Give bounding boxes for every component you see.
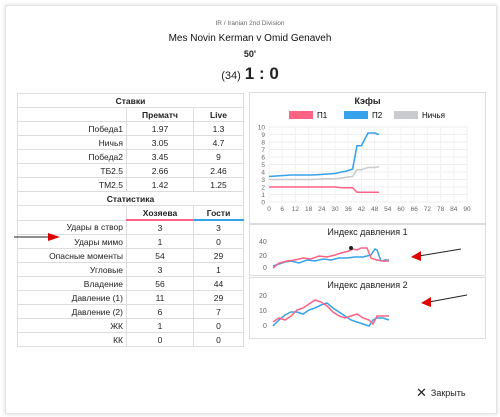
x-tick-label: 18 bbox=[305, 206, 313, 213]
table-row: ТМ2.5 1.42 1.25 bbox=[17, 177, 244, 192]
table-row: ТБ2.5 2.66 2.46 bbox=[17, 163, 244, 178]
annotation-arrow-icon bbox=[14, 233, 60, 241]
legend-label: П1 bbox=[317, 111, 328, 120]
odds-col-live: Live bbox=[193, 107, 244, 122]
stats-title: Статистика bbox=[17, 191, 244, 206]
x-tick-label: 36 bbox=[345, 206, 353, 213]
score-small: (34) bbox=[221, 70, 241, 82]
series-line bbox=[269, 165, 380, 181]
table-row: ЖК 1 0 bbox=[17, 318, 244, 333]
close-label: Закрыть bbox=[430, 388, 466, 398]
table-row: Победа1 1.97 1.3 bbox=[17, 121, 244, 136]
table-row: Опасные моменты 54 29 bbox=[17, 248, 244, 263]
y-tick-label: 1 bbox=[261, 192, 265, 199]
x-tick-label: 48 bbox=[371, 206, 379, 213]
p2-ytick: 10 bbox=[259, 308, 267, 315]
y-tick-label: 8 bbox=[261, 140, 265, 147]
legend-swatch bbox=[344, 111, 368, 119]
arrow-line bbox=[428, 294, 468, 303]
p1-ytick: 0 bbox=[263, 265, 267, 272]
p2-ytick: 0 bbox=[263, 323, 267, 330]
legend-label: Ничья bbox=[422, 111, 445, 120]
legend-swatch bbox=[289, 111, 313, 119]
pressure1-marker bbox=[349, 246, 353, 250]
arrow-head-icon bbox=[421, 297, 431, 307]
x-tick-label: 78 bbox=[437, 206, 445, 213]
arrow-line bbox=[418, 248, 462, 257]
odds-col-pre: Прематч bbox=[126, 107, 194, 122]
legend-swatch bbox=[394, 111, 418, 119]
close-icon: ✕ bbox=[416, 385, 427, 400]
table-row: Владение 56 44 bbox=[17, 276, 244, 291]
stats-col-home: Хозяева bbox=[126, 205, 194, 221]
x-tick-label: 0 bbox=[267, 206, 271, 213]
x-tick-label: 60 bbox=[397, 206, 405, 213]
close-button[interactable]: ✕ Закрыть bbox=[416, 385, 466, 401]
match-title: Mes Novin Kerman v Omid Genaveh bbox=[168, 33, 332, 44]
y-tick-label: 6 bbox=[261, 155, 265, 162]
y-tick-label: 7 bbox=[261, 147, 265, 154]
legend-label: П2 bbox=[372, 111, 383, 120]
table-row: Ничья 3.05 4.7 bbox=[17, 135, 244, 150]
x-tick-label: 66 bbox=[411, 206, 419, 213]
series-line bbox=[269, 186, 379, 194]
pressure1-away-line bbox=[272, 247, 389, 269]
y-tick-label: 3 bbox=[261, 177, 265, 184]
table-row: КК 0 0 bbox=[17, 332, 244, 347]
match-minute: 50' bbox=[243, 49, 257, 59]
pressure2-chart: 20 10 0 bbox=[259, 293, 468, 330]
table-row: Победа2 3.45 9 bbox=[17, 149, 244, 164]
x-tick-label: 42 bbox=[358, 206, 366, 213]
pressure2-title: Индекс давления 2 bbox=[327, 280, 408, 290]
odds-title: Ставки bbox=[17, 93, 244, 108]
x-tick-label: 84 bbox=[450, 206, 458, 213]
league-name: IR / Iranian 2nd Division bbox=[215, 20, 285, 27]
y-tick-label: 0 bbox=[261, 200, 265, 207]
y-tick-label: 9 bbox=[261, 132, 265, 139]
x-tick-label: 30 bbox=[331, 206, 339, 213]
table-row: Давление (1) 11 29 bbox=[17, 290, 244, 305]
arrow-head-icon bbox=[411, 251, 421, 261]
table-row: Угловые 3 1 bbox=[17, 262, 244, 277]
score-main: 1 : 0 bbox=[244, 64, 279, 83]
x-tick-label: 90 bbox=[463, 206, 471, 213]
table-row: Давление (2) 6 7 bbox=[17, 304, 244, 319]
x-tick-label: 12 bbox=[292, 206, 300, 213]
odds-table: Ставки Прематч Live Победа1 1.97 1.3 Ничья 3… bbox=[17, 93, 244, 347]
y-tick-label: 5 bbox=[261, 162, 265, 169]
p1-ytick: 20 bbox=[259, 253, 267, 260]
stats-col-away: Гости bbox=[193, 205, 244, 221]
y-tick-label: 2 bbox=[261, 185, 265, 192]
odds-chart: П1 П2 Ничья 0123456789100 6 12 18 24 30 36 42 48 54… bbox=[258, 111, 471, 213]
x-tick-label: 72 bbox=[424, 206, 432, 213]
x-tick-label: 24 bbox=[318, 206, 326, 213]
y-tick-label: 10 bbox=[258, 125, 266, 132]
x-tick-label: 6 bbox=[280, 206, 284, 213]
x-tick-label: 54 bbox=[384, 206, 392, 213]
score: (34) 1 : 0 bbox=[0, 64, 500, 84]
p2-ytick: 20 bbox=[259, 293, 267, 300]
y-tick-label: 4 bbox=[261, 170, 265, 177]
pressure1-chart: 40 20 0 bbox=[259, 239, 462, 272]
p1-ytick: 40 bbox=[259, 239, 267, 246]
